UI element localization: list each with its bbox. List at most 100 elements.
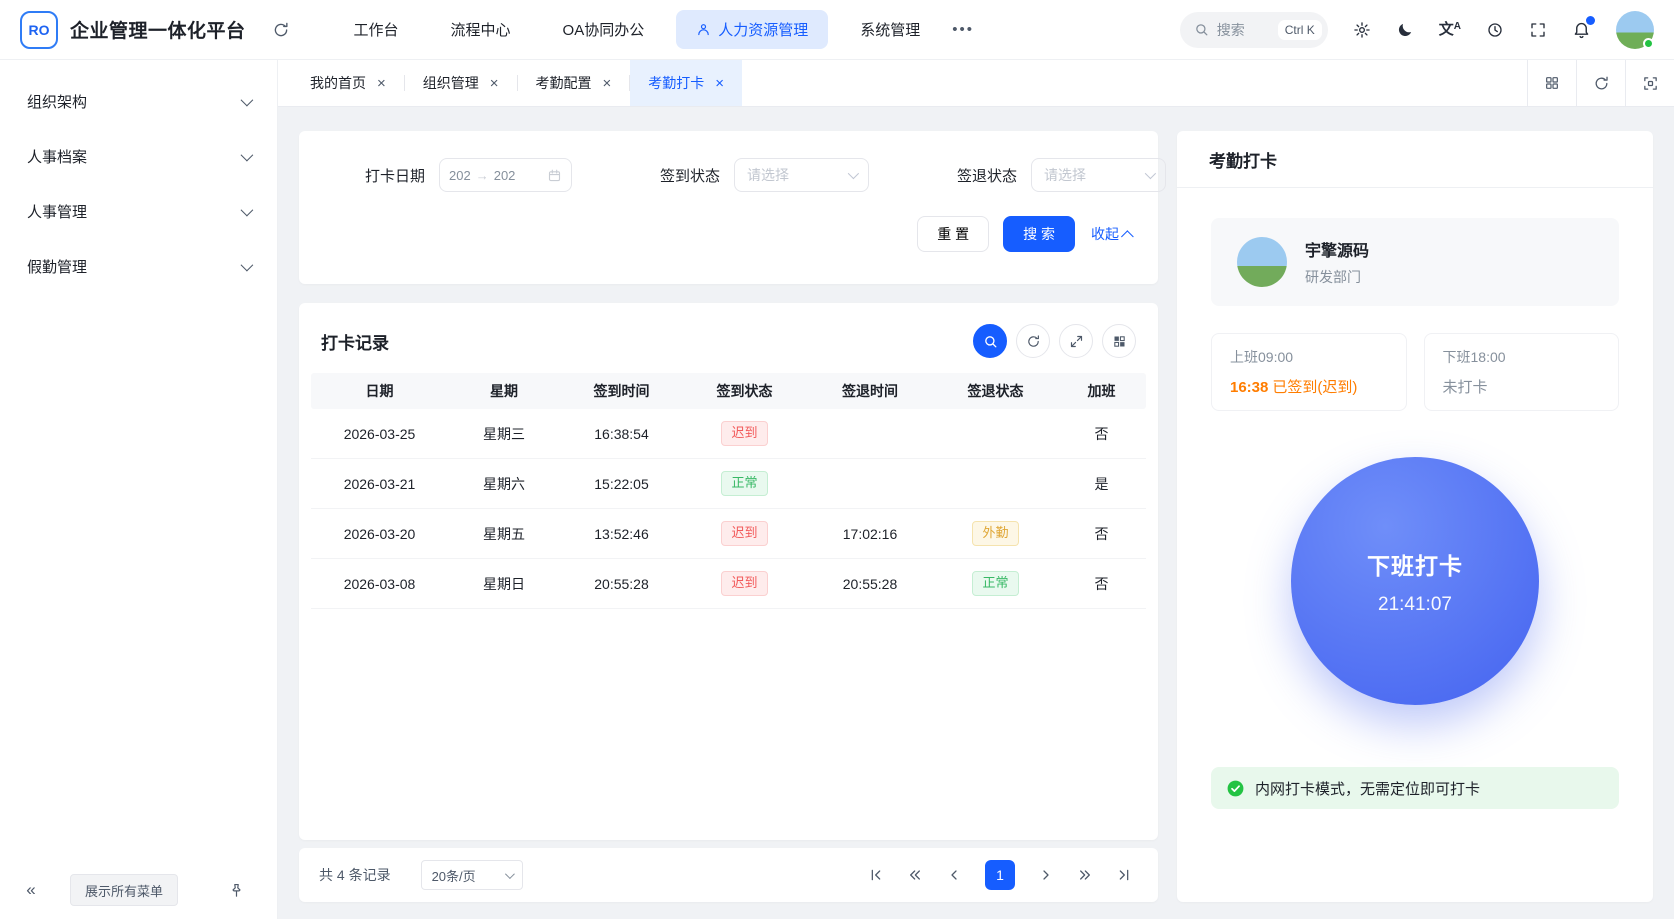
collapse-filter-link[interactable]: 收起	[1091, 224, 1134, 244]
status-badge: 正常	[972, 571, 1019, 596]
cell-week: 星期六	[483, 475, 525, 492]
search-shortcut: Ctrl K	[1277, 19, 1322, 40]
nav-item[interactable]: 人力资源管理	[676, 10, 829, 49]
more-menu-icon[interactable]: •••	[940, 21, 986, 38]
close-tab-icon[interactable]: ×	[603, 76, 612, 91]
navbar-actions: 搜索 Ctrl K 文A	[1179, 10, 1654, 49]
pin-icon[interactable]	[228, 882, 245, 899]
table-row: 2026-03-08 星期日 20:55:28 迟到 20:55:28 正常 否	[311, 559, 1146, 609]
tab-item[interactable]: 我的首页 ×	[292, 60, 404, 106]
filter-checkin-group: 签到状态 请选择	[660, 158, 870, 192]
table-toolbar	[973, 324, 1136, 358]
page-size-select[interactable]: 20条/页	[420, 860, 523, 890]
sidebar-item-label: 假勤管理	[27, 259, 88, 276]
tab-label: 考勤配置	[535, 75, 592, 91]
current-page-button[interactable]: 1	[985, 860, 1015, 890]
nav-item[interactable]: 工作台	[334, 10, 419, 49]
table-refresh-icon[interactable]	[1016, 324, 1050, 358]
online-status-dot	[1643, 37, 1654, 49]
show-all-menus-button[interactable]: 展示所有菜单	[70, 874, 179, 906]
cell-date: 2026-03-20	[343, 525, 416, 542]
table-search-icon[interactable]	[973, 324, 1007, 358]
checkout-status-select[interactable]: 请选择	[1031, 158, 1167, 192]
sidebar-menu: 组织架构人事档案人事管理假勤管理	[0, 74, 277, 294]
nav-item[interactable]: 流程中心	[431, 10, 531, 49]
table-columns-icon[interactable]	[1102, 324, 1136, 358]
close-tab-icon[interactable]: ×	[715, 76, 724, 91]
collapse-sidebar-icon[interactable]: «	[16, 875, 46, 905]
column-header: 星期	[448, 381, 560, 401]
nav-item[interactable]: OA协同办公	[543, 10, 665, 49]
date-range-input[interactable]: 202 → 202	[439, 158, 573, 192]
clock-lock-icon[interactable]	[1486, 21, 1504, 39]
cell-checkout-time: 17:02:16	[842, 525, 898, 542]
refresh-icon[interactable]	[272, 21, 290, 39]
column-header: 加班	[1057, 381, 1146, 401]
grid-layout-icon[interactable]	[1527, 60, 1576, 106]
chevron-down-icon	[240, 203, 254, 217]
close-tab-icon[interactable]: ×	[490, 76, 499, 91]
search-placeholder: 搜索	[1216, 21, 1245, 38]
tab-active[interactable]: 考勤打卡 ×	[630, 60, 743, 106]
table-expand-icon[interactable]	[1059, 324, 1093, 358]
nav-item-label: 流程中心	[450, 22, 511, 39]
tab-item[interactable]: 考勤配置 ×	[518, 60, 630, 106]
total-records-text: 共 4 条记录	[319, 867, 391, 883]
calendar-icon	[547, 168, 562, 183]
nav-item[interactable]: 系统管理	[840, 10, 940, 49]
punch-button-time: 21:41:07	[1378, 593, 1452, 615]
shift-in-time: 16:38	[1230, 379, 1269, 396]
panel-title: 考勤打卡	[1177, 131, 1653, 188]
cell-overtime: 否	[1094, 525, 1109, 542]
logo-text: RO	[28, 21, 50, 38]
settings-gear-icon[interactable]	[1353, 21, 1371, 39]
sidebar-item-label: 人事档案	[27, 149, 88, 166]
cell-week: 星期五	[483, 525, 525, 542]
last-page-icon[interactable]	[1116, 867, 1132, 883]
dark-mode-moon-icon[interactable]	[1396, 21, 1414, 39]
date-label: 打卡日期	[365, 167, 426, 185]
column-header: 签到状态	[683, 381, 806, 401]
sidebar-item[interactable]: 假勤管理	[0, 239, 277, 294]
tabs: 我的首页 × 组织管理 × 考勤配置 × 考勤打卡 ×	[278, 60, 1527, 106]
tab-bar: 我的首页 × 组织管理 × 考勤配置 × 考勤打卡 ×	[278, 60, 1674, 107]
records-panel: 打卡记录 日期 星期 签到时间 签到状态 签退时间 签退状态 加班 2026-0…	[299, 303, 1158, 840]
punch-clock-button[interactable]: 下班打卡 21:41:07	[1291, 457, 1539, 705]
search-button[interactable]: 搜 索	[1003, 216, 1075, 252]
shift-in-status-text: 已签到(迟到)	[1272, 379, 1358, 396]
fullscreen-icon[interactable]	[1529, 21, 1547, 39]
notification-bell-icon[interactable]	[1572, 16, 1595, 39]
prev-pages-icon[interactable]	[907, 867, 923, 883]
checkin-status-select[interactable]: 请选择	[734, 158, 870, 192]
arrow-right-icon: →	[475, 167, 489, 183]
sidebar-item[interactable]: 人事档案	[0, 129, 277, 184]
sidebar-item[interactable]: 人事管理	[0, 184, 277, 239]
nav-item-label: OA协同办公	[562, 22, 645, 39]
sidebar-item[interactable]: 组织架构	[0, 74, 277, 129]
status-badge: 正常	[721, 471, 768, 496]
intranet-notice: 内网打卡模式，无需定位即可打卡	[1211, 767, 1619, 809]
avatar	[1237, 237, 1287, 287]
app-logo[interactable]: RO	[20, 10, 58, 49]
reset-button[interactable]: 重 置	[917, 216, 990, 252]
refresh-page-icon[interactable]	[1576, 60, 1625, 106]
page-size-value: 20条/页	[431, 868, 476, 884]
sidebar: 组织架构人事档案人事管理假勤管理 « 展示所有菜单	[0, 60, 278, 919]
close-tab-icon[interactable]: ×	[377, 76, 386, 91]
status-badge: 外勤	[972, 521, 1019, 546]
shift-out-status: 未打卡	[1442, 379, 1488, 396]
cell-checkout-status: 外勤	[934, 521, 1057, 546]
next-page-icon[interactable]	[1038, 867, 1054, 883]
column-header: 签退状态	[934, 381, 1057, 401]
sidebar-item-label: 组织架构	[27, 94, 88, 111]
tab-item[interactable]: 组织管理 ×	[405, 60, 517, 106]
next-pages-icon[interactable]	[1077, 867, 1093, 883]
maximize-content-icon[interactable]	[1625, 60, 1674, 106]
user-avatar[interactable]	[1616, 10, 1654, 49]
translate-icon[interactable]: 文A	[1439, 22, 1461, 38]
first-page-icon[interactable]	[868, 867, 884, 883]
cell-checkin-time: 16:38:54	[594, 425, 649, 442]
checkout-status-label: 签退状态	[957, 167, 1018, 185]
prev-page-icon[interactable]	[946, 867, 962, 883]
global-search[interactable]: 搜索 Ctrl K	[1179, 11, 1328, 48]
